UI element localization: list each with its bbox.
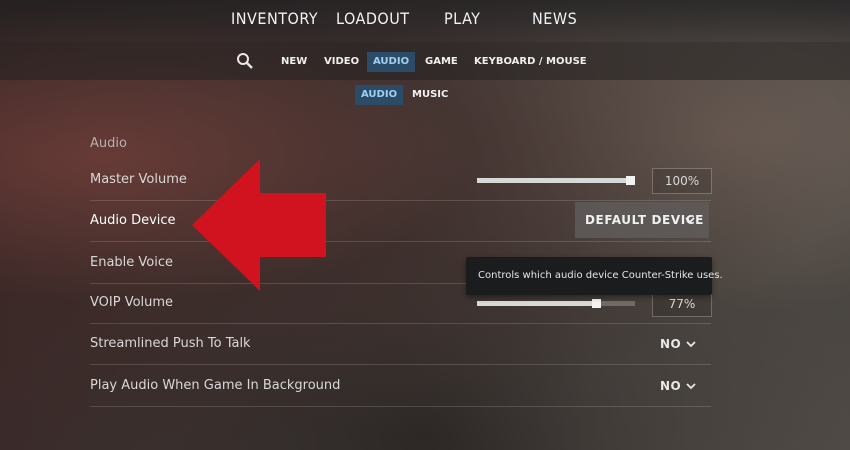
voip-volume-slider[interactable] bbox=[477, 299, 635, 308]
tab-new[interactable]: NEW bbox=[275, 52, 313, 72]
streamlined-ptt-dropdown[interactable]: NO bbox=[650, 324, 711, 364]
play-audio-bg-value: NO bbox=[660, 379, 682, 393]
voip-volume-label: VOIP Volume bbox=[90, 295, 174, 310]
chevron-down-icon bbox=[686, 341, 696, 348]
section-title: Audio bbox=[90, 136, 127, 151]
audio-device-label: Audio Device bbox=[90, 213, 176, 228]
master-volume-value[interactable]: 100% bbox=[652, 168, 712, 194]
nav-news[interactable]: NEWS bbox=[532, 9, 577, 28]
voip-volume-slider-thumb[interactable] bbox=[592, 299, 601, 308]
setting-row-play-audio-background: Play Audio When Game In Background NO bbox=[90, 366, 711, 407]
tab-video[interactable]: VIDEO bbox=[318, 52, 365, 72]
search-icon[interactable] bbox=[236, 52, 254, 70]
tab-game[interactable]: GAME bbox=[419, 52, 464, 72]
subtab-audio[interactable]: AUDIO bbox=[355, 85, 404, 105]
enable-voice-label: Enable Voice bbox=[90, 255, 174, 270]
streamlined-ptt-label: Streamlined Push To Talk bbox=[90, 336, 251, 351]
setting-row-audio-device: Audio Device DEFAULT DEVICE bbox=[90, 201, 711, 242]
tooltip: Controls which audio device Counter-Stri… bbox=[466, 257, 723, 295]
tab-keyboard-mouse[interactable]: KEYBOARD / MOUSE bbox=[468, 52, 593, 72]
tab-audio[interactable]: AUDIO bbox=[367, 52, 416, 72]
chevron-down-icon bbox=[686, 383, 696, 390]
master-volume-slider-fill bbox=[477, 178, 631, 183]
audio-device-dropdown[interactable]: DEFAULT DEVICE bbox=[575, 202, 709, 238]
top-nav: INVENTORY LOADOUT PLAY NEWS bbox=[0, 9, 850, 33]
setting-row-master-volume: Master Volume 100% bbox=[90, 160, 712, 201]
master-volume-slider[interactable] bbox=[477, 176, 635, 185]
voip-volume-slider-fill bbox=[477, 301, 597, 306]
nav-inventory[interactable]: INVENTORY bbox=[231, 9, 318, 28]
play-audio-bg-label: Play Audio When Game In Background bbox=[90, 378, 341, 393]
master-volume-slider-thumb[interactable] bbox=[626, 176, 635, 185]
setting-row-streamlined-ptt: Streamlined Push To Talk NO bbox=[90, 324, 711, 365]
tooltip-text: Controls which audio device Counter-Stri… bbox=[478, 270, 723, 281]
chevron-down-icon bbox=[685, 217, 695, 224]
nav-play[interactable]: PLAY bbox=[444, 9, 480, 28]
master-volume-label: Master Volume bbox=[90, 172, 187, 187]
play-audio-bg-dropdown[interactable]: NO bbox=[650, 366, 711, 406]
streamlined-ptt-value: NO bbox=[660, 337, 682, 351]
nav-loadout[interactable]: LOADOUT bbox=[336, 9, 410, 28]
subtab-music[interactable]: MUSIC bbox=[406, 85, 454, 105]
red-arrow-left-icon bbox=[192, 159, 326, 291]
